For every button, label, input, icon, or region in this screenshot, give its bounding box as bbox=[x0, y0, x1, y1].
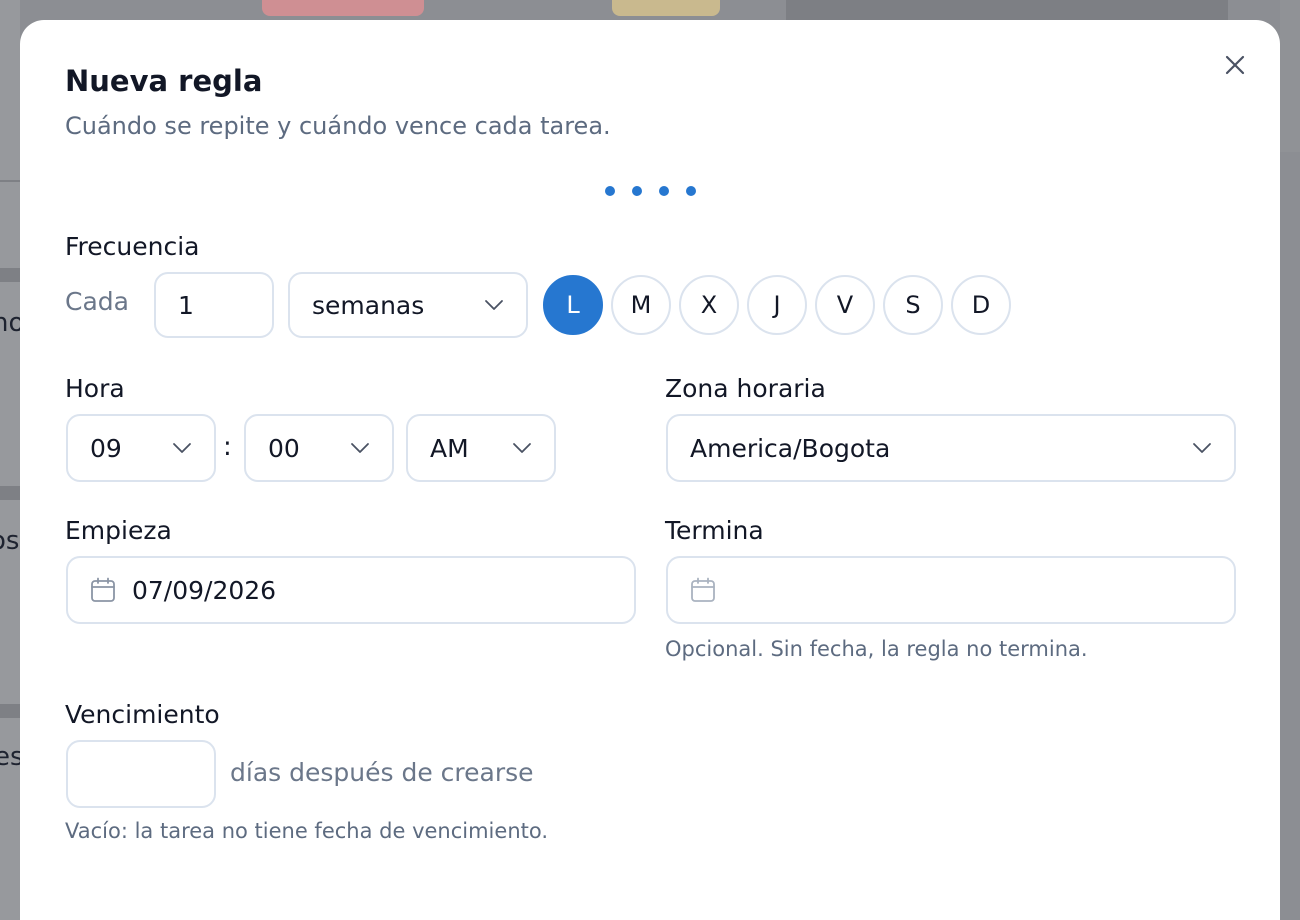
step-dot bbox=[632, 186, 642, 196]
weekday-miercoles[interactable]: X bbox=[679, 275, 739, 335]
weekday-sabado[interactable]: S bbox=[883, 275, 943, 335]
dialog-title: Nueva regla bbox=[65, 64, 263, 98]
chevron-down-icon bbox=[1193, 443, 1211, 453]
start-date-input[interactable]: 07/09/2026 bbox=[66, 556, 636, 624]
unit-select[interactable]: semanas bbox=[288, 272, 528, 338]
time-separator: : bbox=[223, 432, 232, 462]
new-rule-dialog: Nueva regla Cuándo se repite y cuándo ve… bbox=[20, 20, 1280, 920]
frequency-label: Frecuencia bbox=[65, 232, 200, 261]
weekday-domingo[interactable]: D bbox=[951, 275, 1011, 335]
due-days-input[interactable] bbox=[66, 740, 216, 808]
minute-value: 00 bbox=[268, 433, 300, 463]
weekday-lunes[interactable]: L bbox=[543, 275, 603, 335]
calendar-icon bbox=[91, 577, 115, 602]
time-label: Hora bbox=[65, 374, 125, 403]
bg-divider bbox=[0, 268, 20, 282]
step-dot bbox=[659, 186, 669, 196]
start-label: Empieza bbox=[65, 516, 172, 545]
due-help: Vacío: la tarea no tiene fecha de vencim… bbox=[65, 819, 549, 843]
step-indicator bbox=[605, 186, 696, 196]
unit-value: semanas bbox=[312, 290, 425, 320]
end-date-help: Opcional. Sin fecha, la regla no termina… bbox=[665, 637, 1088, 661]
chevron-down-icon bbox=[173, 443, 191, 453]
weekday-jueves[interactable]: J bbox=[747, 275, 807, 335]
start-date-value: 07/09/2026 bbox=[132, 575, 277, 605]
due-days-suffix: días después de crearse bbox=[230, 758, 534, 787]
minute-select[interactable]: 00 bbox=[244, 414, 394, 482]
bg-divider bbox=[0, 180, 20, 182]
period-select[interactable]: AM bbox=[406, 414, 556, 482]
due-label: Vencimiento bbox=[65, 700, 220, 729]
dialog-subtitle: Cuándo se repite y cuándo vence cada tar… bbox=[65, 112, 611, 140]
every-label: Cada bbox=[65, 287, 129, 316]
timezone-label: Zona horaria bbox=[665, 374, 826, 403]
chevron-down-icon bbox=[351, 443, 369, 453]
interval-input[interactable]: 1 bbox=[154, 272, 274, 338]
bg-right-panel bbox=[1280, 0, 1300, 152]
timezone-select[interactable]: America/Bogota bbox=[666, 414, 1236, 482]
end-date-input[interactable] bbox=[666, 556, 1236, 624]
timezone-value: America/Bogota bbox=[690, 433, 891, 463]
step-dot bbox=[686, 186, 696, 196]
calendar-icon bbox=[691, 577, 715, 602]
hour-select[interactable]: 09 bbox=[66, 414, 216, 482]
step-dot bbox=[605, 186, 615, 196]
weekday-martes[interactable]: M bbox=[611, 275, 671, 335]
bg-divider bbox=[0, 486, 20, 500]
bg-date-badge bbox=[262, 0, 424, 16]
bg-divider bbox=[0, 704, 20, 718]
end-label: Termina bbox=[665, 516, 764, 545]
weekday-viernes[interactable]: V bbox=[815, 275, 875, 335]
bg-left-panel bbox=[0, 0, 20, 920]
bg-priority-badge bbox=[612, 0, 720, 16]
bg-text-fragment: os bbox=[0, 526, 20, 556]
bg-top-panel bbox=[786, 0, 1228, 20]
interval-value: 1 bbox=[178, 290, 194, 320]
close-icon[interactable] bbox=[1222, 52, 1248, 78]
chevron-down-icon bbox=[485, 300, 503, 310]
period-value: AM bbox=[430, 433, 469, 463]
chevron-down-icon bbox=[513, 443, 531, 453]
hour-value: 09 bbox=[90, 433, 122, 463]
weekday-picker: L M X J V S D bbox=[543, 275, 1011, 335]
